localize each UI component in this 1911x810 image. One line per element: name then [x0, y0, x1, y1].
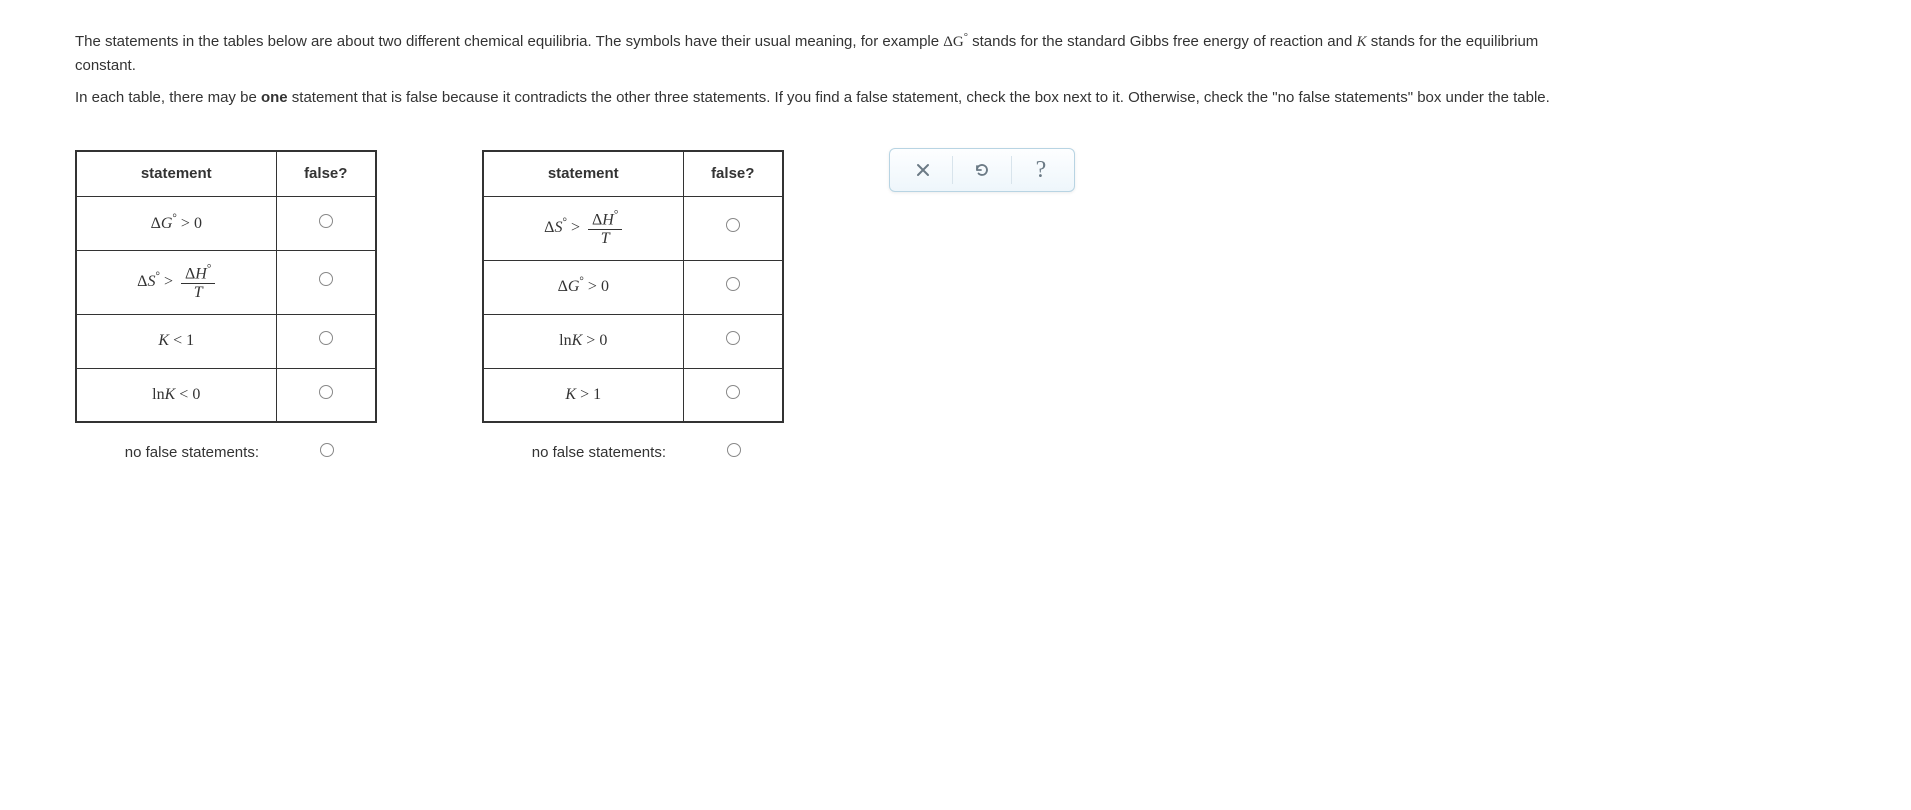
- statement-cell: K > 1: [483, 368, 683, 422]
- table-row: ΔS° > ΔH° T: [76, 251, 376, 315]
- clear-button[interactable]: [894, 149, 952, 191]
- radio-t1-r4[interactable]: [319, 385, 333, 399]
- table-2-header-false: false?: [683, 151, 783, 197]
- nofalse-label: no false statements:: [482, 441, 684, 465]
- table-1-header-false: false?: [276, 151, 376, 197]
- table-row: K > 1: [483, 368, 783, 422]
- statement-cell: ΔG° > 0: [76, 197, 276, 251]
- intro-paragraph-2: In each table, there may be one statemen…: [75, 86, 1575, 110]
- nofalse-label: no false statements:: [75, 441, 277, 465]
- x-icon: [915, 162, 931, 178]
- radio-t2-r2[interactable]: [726, 277, 740, 291]
- table-2: statement false? ΔS° > ΔH° T ΔG° > 0: [482, 150, 784, 423]
- radio-t1-r3[interactable]: [319, 331, 333, 345]
- table-row: lnK < 0: [76, 368, 376, 422]
- table-1: statement false? ΔG° > 0 ΔS° > ΔH° T: [75, 150, 377, 423]
- radio-t1-nofalse[interactable]: [320, 443, 334, 457]
- intro-paragraph-1: The statements in the tables below are a…: [75, 30, 1575, 78]
- statement-cell: lnK > 0: [483, 314, 683, 368]
- question-icon: ?: [1036, 151, 1047, 189]
- statement-cell: K < 1: [76, 314, 276, 368]
- statement-cell: ΔG° > 0: [483, 260, 683, 314]
- radio-t1-r1[interactable]: [319, 214, 333, 228]
- tables-container: statement false? ΔG° > 0 ΔS° > ΔH° T: [75, 150, 1836, 465]
- radio-t2-r1[interactable]: [726, 218, 740, 232]
- table-1-block: statement false? ΔG° > 0 ΔS° > ΔH° T: [75, 150, 377, 465]
- undo-icon: [973, 161, 991, 179]
- table-2-nofalse-row: no false statements:: [482, 441, 784, 465]
- statement-cell: ΔS° > ΔH° T: [76, 251, 276, 315]
- table-1-header-statement: statement: [76, 151, 276, 197]
- radio-t1-r2[interactable]: [319, 272, 333, 286]
- table-2-block: statement false? ΔS° > ΔH° T ΔG° > 0: [482, 150, 784, 465]
- radio-t2-r4[interactable]: [726, 385, 740, 399]
- table-2-header-statement: statement: [483, 151, 683, 197]
- table-row: K < 1: [76, 314, 376, 368]
- table-1-nofalse-row: no false statements:: [75, 441, 377, 465]
- radio-t2-nofalse[interactable]: [727, 443, 741, 457]
- table-row: lnK > 0: [483, 314, 783, 368]
- help-button[interactable]: ?: [1012, 149, 1070, 191]
- table-row: ΔG° > 0: [76, 197, 376, 251]
- radio-t2-r3[interactable]: [726, 331, 740, 345]
- table-row: ΔS° > ΔH° T: [483, 197, 783, 261]
- intro-text: The statements in the tables below are a…: [75, 30, 1575, 110]
- statement-cell: lnK < 0: [76, 368, 276, 422]
- reset-button[interactable]: [953, 149, 1011, 191]
- toolbar: ?: [889, 148, 1075, 192]
- table-row: ΔG° > 0: [483, 260, 783, 314]
- statement-cell: ΔS° > ΔH° T: [483, 197, 683, 261]
